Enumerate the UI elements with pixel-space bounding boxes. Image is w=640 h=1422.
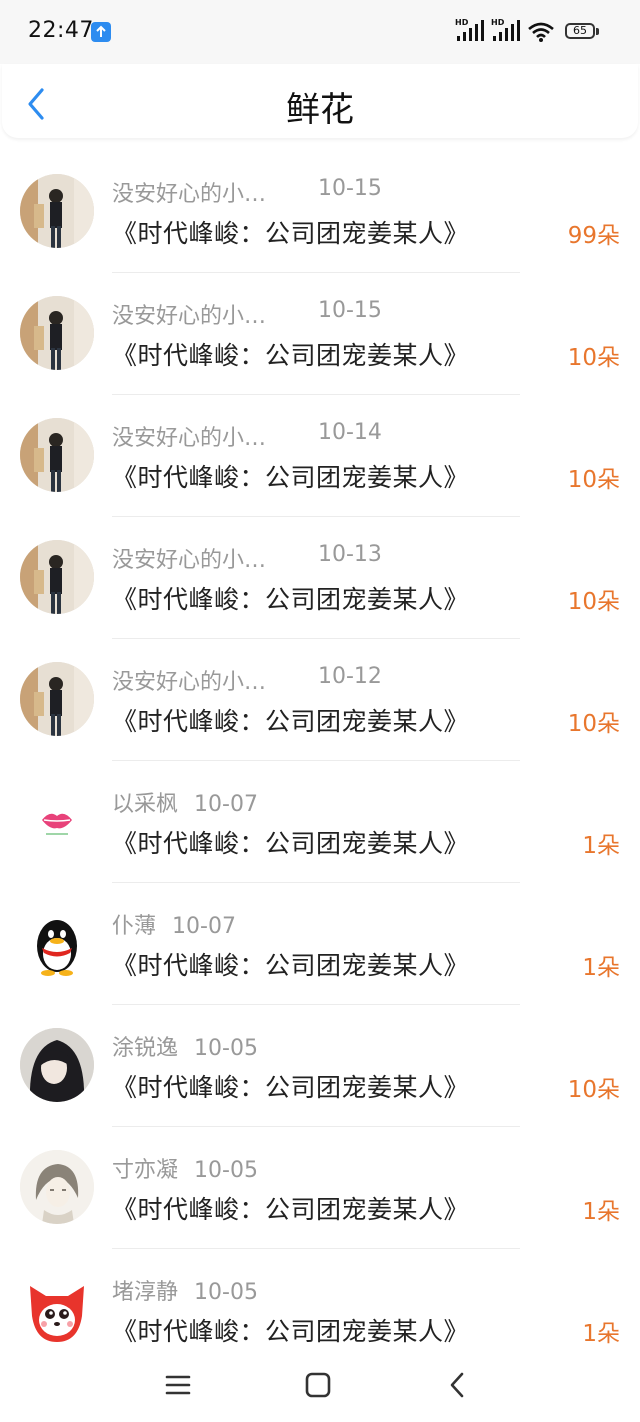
flower-count: 99朵 [567,223,620,249]
record-date: 10-07 [172,914,236,939]
wifi-icon [527,22,555,46]
flower-count: 10朵 [567,711,620,737]
lips-avatar [20,784,94,858]
upload-arrow-icon [91,22,111,42]
flower-count: 1朵 [582,833,620,859]
book-title: 《时代峰峻：公司团宠姜某人》 [112,1195,470,1224]
record-meta: 以采枫 10-07 [112,786,258,818]
flower-count: 10朵 [567,467,620,493]
record-date: 10-13 [318,542,382,567]
record-meta: 没安好心的小… 10-15 [112,298,382,330]
book-title: 《时代峰峻：公司团宠姜某人》 [112,585,470,614]
red-fox-avatar [20,1272,94,1346]
status-time: 22:47 [28,18,94,43]
record-date: 10-07 [194,792,258,817]
photo-girl-avatar [20,296,94,370]
status-bar: 22:47 HD HD 65 [0,0,640,64]
list-item[interactable]: 以采枫 10-07 《时代峰峻：公司团宠姜某人》 1朵 [0,760,640,882]
record-date: 10-05 [194,1158,258,1183]
row-divider [112,1126,520,1127]
list-item[interactable]: 寸亦凝 10-05 《时代峰峻：公司团宠姜某人》 1朵 [0,1126,640,1248]
row-divider [112,1248,520,1249]
battery-icon: 65 [565,23,595,39]
sender-name: 没安好心的小… [112,548,267,573]
list-item[interactable]: 没安好心的小… 10-14 《时代峰峻：公司团宠姜某人》 10朵 [0,394,640,516]
sketch-girl-avatar [20,1150,94,1224]
flower-record-list: 没安好心的小… 10-15 《时代峰峻：公司团宠姜某人》 99朵 没安好心的小… 1… [0,150,640,1370]
square-home-icon [305,1372,331,1398]
signal-icon: HD [491,18,521,46]
signal-icon: HD [455,18,485,46]
record-meta: 涂锐逸 10-05 [112,1030,258,1062]
record-date: 10-05 [194,1036,258,1061]
record-meta: 没安好心的小… 10-12 [112,664,382,696]
nav-back-button[interactable] [441,1368,475,1402]
book-title: 《时代峰峻：公司团宠姜某人》 [112,829,470,858]
book-title: 《时代峰峻：公司团宠姜某人》 [112,1073,470,1102]
row-divider [112,394,520,395]
record-meta: 寸亦凝 10-05 [112,1152,258,1184]
flower-count: 10朵 [567,345,620,371]
flower-count: 1朵 [582,1321,620,1347]
list-item[interactable]: 没安好心的小… 10-12 《时代峰峻：公司团宠姜某人》 10朵 [0,638,640,760]
row-divider [112,760,520,761]
battery-cap [596,28,599,35]
menu-button[interactable] [161,1368,195,1402]
list-item[interactable]: 没安好心的小… 10-15 《时代峰峻：公司团宠姜某人》 99朵 [0,150,640,272]
sender-name: 寸亦凝 [112,1158,179,1183]
sender-name: 没安好心的小… [112,304,267,329]
header-bar: 鲜花 [2,64,638,138]
record-date: 10-05 [194,1280,258,1305]
book-title: 《时代峰峻：公司团宠姜某人》 [112,1317,470,1346]
flower-count: 1朵 [582,1199,620,1225]
home-button[interactable] [301,1368,335,1402]
list-item[interactable]: 没安好心的小… 10-13 《时代峰峻：公司团宠姜某人》 10朵 [0,516,640,638]
photo-girl-avatar [20,174,94,248]
row-divider [112,516,520,517]
record-meta: 没安好心的小… 10-15 [112,176,382,208]
row-divider [112,272,520,273]
photo-girl-avatar [20,540,94,614]
photo-girl-avatar [20,662,94,736]
flower-count: 1朵 [582,955,620,981]
list-item[interactable]: 没安好心的小… 10-15 《时代峰峻：公司团宠姜某人》 10朵 [0,272,640,394]
sender-name: 没安好心的小… [112,182,267,207]
back-icon [450,1372,464,1398]
book-title: 《时代峰峻：公司团宠姜某人》 [112,341,470,370]
record-meta: 堵淳静 10-05 [112,1274,258,1306]
penguin-avatar [20,906,94,980]
book-title: 《时代峰峻：公司团宠姜某人》 [112,951,470,980]
record-date: 10-15 [318,176,382,201]
record-meta: 没安好心的小… 10-14 [112,420,382,452]
book-title: 《时代峰峻：公司团宠姜某人》 [112,219,470,248]
row-divider [112,638,520,639]
book-title: 《时代峰峻：公司团宠姜某人》 [112,463,470,492]
record-date: 10-14 [318,420,382,445]
system-nav-bar [0,1350,640,1422]
list-item[interactable]: 涂锐逸 10-05 《时代峰峻：公司团宠姜某人》 10朵 [0,1004,640,1126]
photo-girl-avatar [20,418,94,492]
flower-count: 10朵 [567,589,620,615]
sender-name: 没安好心的小… [112,426,267,451]
sender-name: 堵淳静 [112,1280,179,1305]
list-item[interactable]: 仆薄 10-07 《时代峰峻：公司团宠姜某人》 1朵 [0,882,640,1004]
page-title: 鲜花 [286,90,354,130]
row-divider [112,1004,520,1005]
row-divider [112,882,520,883]
flower-count: 10朵 [567,1077,620,1103]
sender-name: 以采枫 [112,792,179,817]
menu-icon [165,1375,191,1395]
sender-name: 没安好心的小… [112,670,267,695]
sender-name: 仆薄 [112,914,157,939]
record-date: 10-15 [318,298,382,323]
record-meta: 没安好心的小… 10-13 [112,542,382,574]
anime-girl-avatar [20,1028,94,1102]
record-meta: 仆薄 10-07 [112,908,236,940]
record-date: 10-12 [318,664,382,689]
book-title: 《时代峰峻：公司团宠姜某人》 [112,707,470,736]
sender-name: 涂锐逸 [112,1036,179,1061]
